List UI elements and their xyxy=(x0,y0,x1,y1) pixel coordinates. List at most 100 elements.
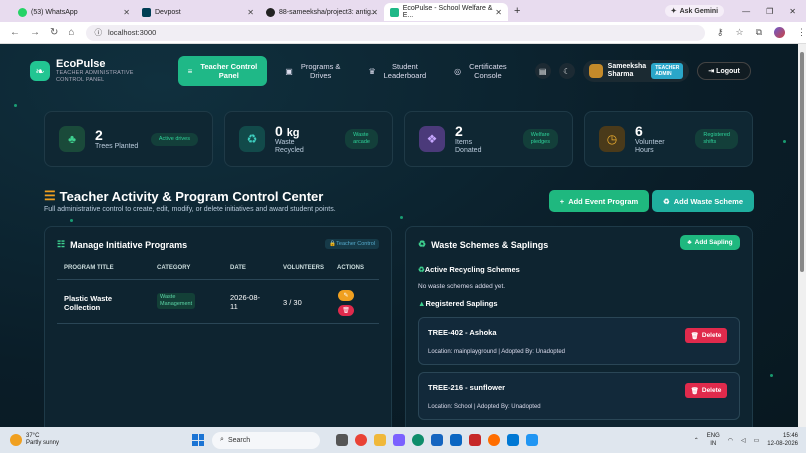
waste-schemes-panel: ♻ Waste Schemes & Saplings ♣ Add Sapling ♻… xyxy=(405,226,753,427)
list-icon: ≡ xyxy=(187,66,193,76)
browser-tab-strip: (53) WhatsApp ✕ Devpost ✕ 88-sameeksha/pro… xyxy=(0,0,806,22)
bookmark-star-icon[interactable]: ☆ xyxy=(735,27,743,38)
close-window-button[interactable]: ✕ xyxy=(789,7,796,16)
trophy-icon: ♛ xyxy=(368,66,376,76)
brand-subtitle: TEACHER ADMINISTRATIVE xyxy=(56,70,134,76)
taskbar-search[interactable]: ⌕ Search xyxy=(212,431,321,449)
clipboard-icon[interactable]: ▤ xyxy=(534,63,551,79)
sapling-card: TREE-216 - sunflower Location: School | … xyxy=(418,372,740,420)
volunteers-count: 3 / 30 xyxy=(283,298,302,307)
ecopulse-icon xyxy=(390,7,399,17)
logout-button[interactable]: ⇥ Logout xyxy=(697,62,751,80)
stat-card-volunteer: ◷ 6 Volunteer Hours Registered shifts xyxy=(584,111,753,167)
search-icon: ⌕ xyxy=(220,436,224,443)
add-sapling-button[interactable]: ♣ Add Sapling xyxy=(680,235,740,250)
add-event-program-button[interactable]: + Add Event Program xyxy=(549,190,649,212)
nav-student-leaderboard[interactable]: ♛ Student Leaderboard xyxy=(358,56,436,86)
status-badge: Welfare pledges xyxy=(522,129,558,149)
nav-teacher-control-panel[interactable]: ≡ Teacher Control Panel xyxy=(177,56,268,86)
wifi-icon[interactable]: ◠ xyxy=(728,437,733,444)
volume-icon[interactable]: ◁ xyxy=(741,437,746,444)
edit-icon[interactable]: ✎ xyxy=(338,290,354,301)
page-title: Teacher Activity & Program Control Cente… xyxy=(59,188,324,204)
tab-ecopulse[interactable]: EcoPulse - School Welfare & E... ✕ xyxy=(384,3,508,21)
list-icon: ☷ xyxy=(57,239,66,249)
back-icon[interactable]: ← xyxy=(10,27,20,38)
maximize-button[interactable]: ❐ xyxy=(766,7,773,16)
chevron-up-icon[interactable]: ⌃ xyxy=(694,437,699,444)
nav-programs-drives[interactable]: ▣ Programs & Drives xyxy=(275,56,350,86)
edge-icon[interactable] xyxy=(412,434,425,446)
avatar xyxy=(588,64,603,78)
column-header: CATEGORY xyxy=(157,265,191,271)
github-icon xyxy=(266,7,275,17)
nav-certificates-console[interactable]: ◎ Certificates Console xyxy=(444,56,517,86)
tab-whatsapp[interactable]: (53) WhatsApp ✕ xyxy=(12,3,136,21)
delete-button[interactable]: 🗑 Delete xyxy=(685,328,727,343)
control-center-heading: ☰ Teacher Activity & Program Control Cent… xyxy=(44,188,336,213)
sapling-location: Location: School | Adopted By: Unadopted xyxy=(428,404,541,410)
add-waste-scheme-button[interactable]: ♻ Add Waste Scheme xyxy=(652,190,754,212)
windows-start-icon[interactable] xyxy=(192,434,205,446)
user-profile[interactable]: Sameeksha Sharma TEACHER ADMIN xyxy=(582,60,690,82)
sun-icon xyxy=(10,434,22,446)
outlook-icon[interactable] xyxy=(507,434,520,446)
firefox-icon[interactable] xyxy=(488,434,501,446)
divider xyxy=(57,323,379,324)
decorative-dot xyxy=(400,216,403,219)
page-scrollbar[interactable] xyxy=(798,44,806,427)
profile-avatar[interactable] xyxy=(774,27,785,38)
box-icon: ❖ xyxy=(419,126,445,152)
decorative-dot xyxy=(770,374,773,377)
new-tab-button[interactable]: + xyxy=(514,5,520,17)
close-icon[interactable]: ✕ xyxy=(495,8,502,17)
chrome-icon[interactable] xyxy=(355,434,368,446)
copilot-icon[interactable] xyxy=(393,434,406,446)
clock[interactable]: 15:46 12-08-2026 xyxy=(767,432,798,448)
file-explorer-icon[interactable] xyxy=(374,434,387,446)
password-key-icon[interactable]: ⚷ xyxy=(717,27,724,38)
devpost-icon xyxy=(142,7,151,17)
home-icon[interactable]: ⌂ xyxy=(68,27,74,38)
url-input[interactable]: ⓘ localhost:3000 xyxy=(86,24,705,41)
trash-icon[interactable]: 🗑 xyxy=(338,305,354,316)
app-icon[interactable] xyxy=(450,434,463,446)
store-icon[interactable] xyxy=(431,434,444,446)
reload-icon[interactable]: ↻ xyxy=(50,27,58,38)
menu-kebab-icon[interactable]: ⋮ xyxy=(797,27,806,38)
tab-github[interactable]: 88-sameeksha/project3: antig... ✕ xyxy=(260,3,384,21)
user-last-name: Sharma xyxy=(607,71,634,78)
close-icon[interactable]: ✕ xyxy=(123,8,130,17)
sapling-icon: ♣ xyxy=(59,126,85,152)
page-description: Full administrative control to create, e… xyxy=(44,206,336,213)
forward-icon[interactable]: → xyxy=(30,27,40,38)
language-indicator[interactable]: ENG IN xyxy=(707,432,720,448)
stat-card-items: ❖ 2 Items Donated Welfare pledges xyxy=(404,111,573,167)
sliders-icon: ☰ xyxy=(44,188,56,203)
program-title: Plastic Waste Collection xyxy=(64,294,113,312)
column-header: VOLUNTEERS xyxy=(283,265,325,271)
task-view-icon[interactable] xyxy=(336,434,349,446)
moon-icon[interactable]: ☾ xyxy=(558,63,575,79)
brand: EcoPulse TEACHER ADMINISTRATIVE CONTROL … xyxy=(56,58,134,84)
program-date: 2026-08- 11 xyxy=(230,293,261,311)
status-badge: Active drives xyxy=(150,132,198,146)
system-tray: ⌃ ENG IN ◠ ◁ ▭ 15:46 12-08-2026 xyxy=(694,427,798,453)
windows-taskbar: 37°C Partly sunny ⌕ Search ⌃ ENG IN ◠ ◁ ▭ 1… xyxy=(0,427,806,453)
ask-gemini-button[interactable]: ✦ Ask Gemini xyxy=(664,5,725,17)
whatsapp-icon xyxy=(18,7,27,17)
delete-button[interactable]: 🗑 Delete xyxy=(685,383,727,398)
mcafee-icon[interactable] xyxy=(469,434,482,446)
manage-programs-panel: ☷ Manage Initiative Programs 🔒Teacher Con… xyxy=(44,226,392,427)
site-info-icon[interactable]: ⓘ xyxy=(94,27,102,38)
close-icon[interactable]: ✕ xyxy=(247,8,254,17)
vscode-icon[interactable] xyxy=(526,434,539,446)
tab-devpost[interactable]: Devpost ✕ xyxy=(136,3,260,21)
extensions-icon[interactable]: ⧉ xyxy=(756,27,762,38)
weather-widget[interactable]: 37°C Partly sunny xyxy=(10,433,59,447)
scrollbar-thumb[interactable] xyxy=(800,52,804,272)
close-icon[interactable]: ✕ xyxy=(371,8,378,17)
minimize-button[interactable]: — xyxy=(742,7,750,16)
status-badge: Registered shifts xyxy=(695,129,738,149)
battery-icon[interactable]: ▭ xyxy=(754,437,760,444)
